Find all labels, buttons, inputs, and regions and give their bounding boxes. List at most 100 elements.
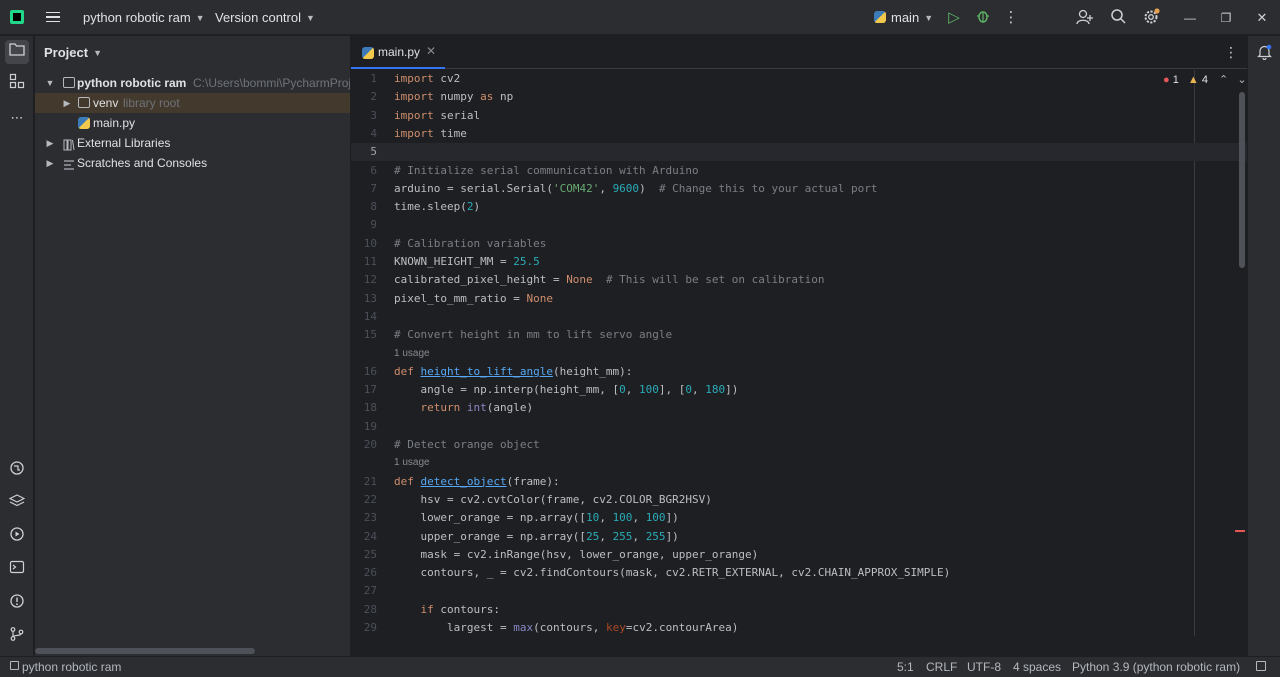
code-line[interactable]: 28 if contours:: [351, 601, 1247, 619]
chevron-up-icon[interactable]: ⌃: [1219, 74, 1228, 86]
status-indent[interactable]: 4 spaces: [1013, 660, 1061, 674]
code-line[interactable]: 2 import numpy as np: [351, 88, 1247, 106]
status-project-breadcrumb[interactable]: python robotic ram: [22, 660, 121, 674]
close-icon[interactable]: ✕: [426, 44, 436, 58]
line-number: 11: [363, 255, 377, 268]
vertical-scrollbar[interactable]: [1239, 92, 1245, 268]
code-line[interactable]: 14: [351, 308, 1247, 326]
close-icon[interactable]: ✕: [1252, 8, 1272, 28]
chevron-down-icon: ▼: [93, 48, 102, 58]
code-token: 255: [612, 529, 633, 543]
more-tools-icon[interactable]: ⋯: [5, 106, 29, 130]
code-line[interactable]: 26 contours, _ = cv2.findContours(mask, …: [351, 564, 1247, 582]
chevron-down-icon[interactable]: ▼: [44, 73, 56, 93]
project-panel-header[interactable]: Project ▼: [44, 45, 102, 60]
code-line[interactable]: 24 upper_orange = np.array([25, 255, 255…: [351, 528, 1247, 546]
minimize-icon[interactable]: —: [1180, 8, 1200, 28]
lock-icon[interactable]: [1256, 661, 1266, 671]
code-line[interactable]: 8 time.sleep(2): [351, 198, 1247, 216]
terminal-icon[interactable]: [5, 559, 29, 583]
tree-item-main-py[interactable]: main.py: [35, 113, 350, 133]
structure-icon[interactable]: [5, 73, 29, 97]
usage-hint[interactable]: 1 usage: [351, 345, 1247, 363]
chevron-right-icon[interactable]: ▶: [44, 153, 56, 173]
code-line[interactable]: 20 # Detect orange object: [351, 436, 1247, 454]
line-number: 21: [363, 474, 377, 488]
code-line[interactable]: 22 hsv = cv2.cvtColor(frame, cv2.COLOR_B…: [351, 491, 1247, 509]
code-line[interactable]: 27: [351, 582, 1247, 600]
status-interpreter[interactable]: Python 3.9 (python robotic ram): [1072, 660, 1240, 674]
error-stripe-marker[interactable]: [1235, 530, 1245, 532]
code-text: largest = max(contours, key=cv2.contourA…: [394, 619, 738, 636]
settings-icon[interactable]: [1141, 8, 1161, 28]
tree-item-project-root[interactable]: ▼ python robotic ram C:\Users\bommi\Pych…: [35, 73, 350, 93]
line-number: 26: [363, 566, 377, 580]
add-user-icon[interactable]: [1075, 8, 1095, 28]
vcs-menu[interactable]: Version control ▼: [215, 10, 315, 25]
chevron-right-icon[interactable]: ▶: [61, 93, 73, 113]
status-line-separator[interactable]: CRLF: [926, 660, 957, 674]
status-encoding[interactable]: UTF-8: [967, 660, 1001, 674]
folder-icon[interactable]: [5, 40, 29, 64]
problems-icon[interactable]: [5, 593, 29, 617]
code-token: numpy: [433, 90, 481, 104]
code-token: def: [394, 364, 414, 378]
code-token: 100: [645, 511, 666, 525]
code-line[interactable]: 29 largest = max(contours, key=cv2.conto…: [351, 619, 1247, 636]
usage-hint[interactable]: 1 usage: [351, 454, 1247, 472]
bell-icon[interactable]: [1257, 44, 1272, 63]
vcs-label: Version control: [215, 10, 301, 25]
project-switcher[interactable]: python robotic ram ▼: [83, 10, 205, 25]
code-line[interactable]: 25 mask = cv2.inRange(hsv, lower_orange,…: [351, 546, 1247, 564]
code-line[interactable]: 23 lower_orange = np.array([10, 100, 100…: [351, 509, 1247, 527]
code-line[interactable]: 21 def detect_object(frame):: [351, 473, 1247, 491]
code-line[interactable]: 5: [351, 143, 1247, 162]
tree-item-scratches[interactable]: ▶ Scratches and Consoles: [35, 153, 350, 173]
code-line[interactable]: 7 arduino = serial.Serial('COM42', 9600) …: [351, 180, 1247, 198]
more-icon[interactable]: ⋮: [1224, 44, 1238, 61]
git-icon[interactable]: [5, 626, 29, 650]
status-cursor-position[interactable]: 5:1: [897, 660, 914, 674]
code-line[interactable]: 10 # Calibration variables: [351, 235, 1247, 253]
maximize-icon[interactable]: ❐: [1216, 8, 1236, 28]
chevron-right-icon[interactable]: ▶: [44, 133, 56, 153]
run-icon[interactable]: ▷: [944, 8, 964, 28]
code-line[interactable]: 11 KNOWN_HEIGHT_MM = 25.5: [351, 253, 1247, 271]
tree-item-label: venv: [93, 96, 119, 110]
python-console-icon[interactable]: [5, 460, 29, 484]
services-icon[interactable]: [5, 526, 29, 550]
line-number: 17: [363, 383, 377, 397]
code-editor[interactable]: 1 import cv2 2 import numpy as np 3 import se…: [351, 70, 1247, 636]
code-line[interactable]: 13 pixel_to_mm_ratio = None: [351, 290, 1247, 308]
code-token: import: [394, 126, 434, 140]
code-line[interactable]: 19: [351, 418, 1247, 436]
inspection-widget[interactable]: ● 1 ▲ 4 ⌃ ⌄: [1163, 73, 1247, 86]
tree-item-venv[interactable]: ▶ venv library root: [35, 93, 350, 113]
code-line[interactable]: 1 import cv2: [351, 70, 1247, 88]
line-number: 24: [363, 529, 377, 543]
code-token: contours, _ = cv2.findContours(mask, cv2…: [394, 566, 951, 580]
tab-main-py[interactable]: main.py ✕: [351, 36, 445, 69]
code-line[interactable]: 3 import serial: [351, 107, 1247, 125]
more-icon[interactable]: ⋮: [1001, 8, 1021, 28]
tree-item-external-libraries[interactable]: ▶ External Libraries: [35, 133, 350, 153]
horizontal-scrollbar[interactable]: [35, 648, 255, 654]
code-line[interactable]: 12 calibrated_pixel_height = None # This …: [351, 271, 1247, 289]
code-line[interactable]: 17 angle = np.interp(height_mm, [0, 100]…: [351, 381, 1247, 399]
code-token: ]): [725, 383, 739, 397]
code-line[interactable]: 15 # Convert height in mm to lift servo a…: [351, 326, 1247, 344]
code-line[interactable]: 4 import time: [351, 125, 1247, 143]
search-icon[interactable]: [1108, 8, 1128, 28]
line-number: 5: [370, 145, 377, 159]
layers-icon[interactable]: [5, 493, 29, 517]
debug-icon[interactable]: [973, 8, 993, 28]
code-line[interactable]: 9: [351, 216, 1247, 234]
main-menu-icon[interactable]: [44, 9, 62, 25]
chevron-down-icon[interactable]: ⌄: [1237, 74, 1246, 86]
code-line[interactable]: 18 return int(angle): [351, 399, 1247, 417]
run-config-selector[interactable]: main ▼: [874, 10, 933, 25]
code-line[interactable]: 16 def height_to_lift_angle(height_mm):: [351, 363, 1247, 381]
line-number: 20: [363, 438, 377, 451]
code-line[interactable]: 6 # Initialize serial communication with …: [351, 162, 1247, 180]
code-token: ,: [599, 181, 613, 195]
